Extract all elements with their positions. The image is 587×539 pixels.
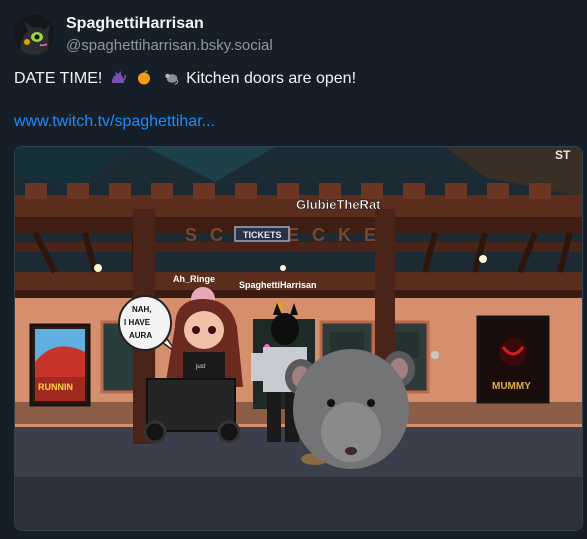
tangerine-emoji	[138, 70, 151, 85]
svg-text:ST: ST	[555, 148, 571, 162]
poster-left-title: RUNNIN	[38, 382, 73, 392]
speech-line-3: AURA	[129, 331, 152, 340]
author-handle[interactable]: @spaghettiharrisan.bsky.social	[66, 37, 273, 54]
author-display-name[interactable]: SpaghettiHarrisan	[66, 15, 204, 33]
roblox-scene-image: ST RUNNIN MUMMY S C E C K E TICKETS Glub…	[15, 147, 582, 530]
shirt-text: just	[195, 364, 206, 370]
post-text: DATE TIME! Kitchen doors are open!	[14, 69, 356, 88]
nametag-ah-ringe: Ah_Ringe	[173, 274, 215, 284]
twitch-link[interactable]: www.twitch.tv/spaghettihar...	[14, 113, 215, 131]
post-text-lead: DATE TIME!	[14, 70, 103, 87]
speech-line-2: I HAVE	[124, 318, 151, 327]
author-avatar[interactable]	[14, 15, 54, 55]
post-text-tail: Kitchen doors are open!	[186, 70, 357, 87]
speech-line-1: NAH,	[132, 305, 152, 314]
nametag-glubie: GlubieTheRat	[296, 197, 381, 212]
rat-emoji	[164, 73, 178, 85]
post-card[interactable]: SpaghettiHarrisan @spaghettiharrisan.bsk…	[0, 0, 587, 539]
black-cat-avatar-icon	[14, 15, 54, 55]
post-image[interactable]: ST RUNNIN MUMMY S C E C K E TICKETS Glub…	[14, 146, 583, 531]
cat-emoji	[111, 71, 126, 83]
tickets-sign-label: TICKETS	[243, 230, 282, 240]
poster-right-title: MUMMY	[492, 381, 531, 392]
nametag-spaghetti: SpaghettiHarrisan	[239, 280, 317, 290]
